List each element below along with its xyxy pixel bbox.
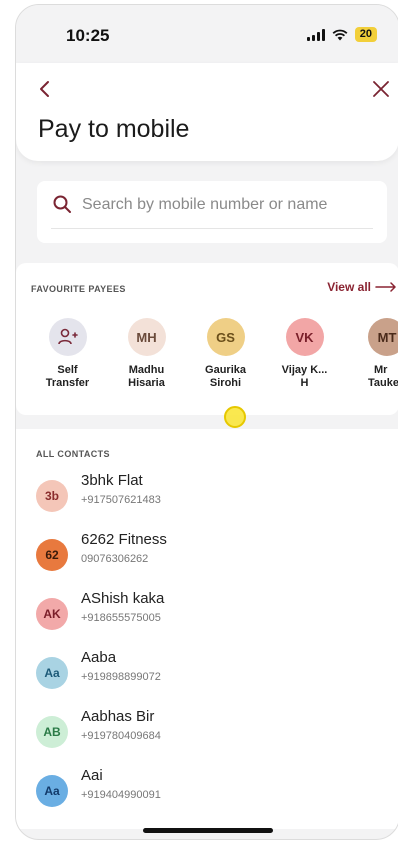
view-all-label: View all — [327, 280, 371, 294]
payees-row: Self Transfer MH Madhu Hisaria GS Gaurika S… — [28, 318, 398, 390]
contact-name: 6262 Fitness — [81, 531, 167, 548]
phone-screen: 10:25 20 Pay to mobile Search by mobile … — [15, 4, 398, 840]
search-icon — [53, 195, 71, 213]
payee-name: Madhu Hisaria — [128, 364, 165, 389]
contact-item[interactable]: Aa Aai +919404990091 — [36, 767, 376, 815]
contact-name: Aai — [81, 767, 103, 784]
contact-phone: +918655575005 — [81, 612, 161, 624]
page-title: Pay to mobile — [38, 115, 190, 143]
contact-item[interactable]: 3b 3bhk Flat +917507621483 — [36, 472, 376, 520]
favourite-payees-label: FAVOURITE PAYEES — [31, 284, 126, 294]
payee-item[interactable]: MT MrTaukee — [344, 318, 398, 390]
contact-avatar: Aa — [36, 657, 68, 689]
contact-avatar: 3b — [36, 480, 68, 512]
touch-indicator — [224, 406, 246, 428]
payee-item[interactable]: MH Madhu Hisaria — [107, 318, 186, 390]
contact-item[interactable]: Aa Aaba +919898899072 — [36, 649, 376, 697]
payee-item[interactable]: GS Gaurika Sirohi — [186, 318, 265, 390]
status-bar: 10:25 20 — [16, 5, 398, 63]
all-contacts-section: ALL CONTACTS 3b 3bhk Flat +917507621483 … — [16, 429, 398, 829]
header-card: Pay to mobile — [16, 63, 398, 161]
status-icons: 20 — [306, 27, 377, 42]
payee-name: Self Transfer — [45, 364, 90, 389]
payee-item[interactable]: Self Transfer — [28, 318, 107, 390]
contact-avatar: Aa — [36, 775, 68, 807]
view-all-link[interactable]: View all — [327, 280, 397, 294]
contact-name: Aabhas Bir — [81, 708, 155, 725]
contact-item[interactable]: AB Aabhas Bir +919780409684 — [36, 708, 376, 756]
arrow-right-icon — [375, 282, 396, 292]
contact-phone: +919898899072 — [81, 671, 161, 683]
contact-phone: +919404990091 — [81, 789, 161, 801]
contact-item[interactable]: 62 6262 Fitness 09076306262 — [36, 531, 376, 579]
battery-icon: 20 — [354, 27, 377, 42]
search-input[interactable] — [80, 191, 374, 219]
payee-name: Gaurika Sirohi — [205, 364, 246, 389]
contact-item[interactable]: AK AShish kaka +918655575005 — [36, 590, 376, 638]
favourite-payees-section: FAVOURITE PAYEES View all SelfTransfer — [16, 263, 398, 415]
back-arrow-icon[interactable] — [36, 79, 54, 99]
contact-name: 3bhk Flat — [81, 472, 143, 489]
search-underline — [51, 228, 373, 229]
home-indicator[interactable] — [143, 828, 273, 833]
all-contacts-label: ALL CONTACTS — [36, 449, 110, 459]
payee-name: MrTaukee — [368, 364, 398, 389]
close-icon[interactable] — [371, 79, 391, 99]
contact-phone: +917507621483 — [81, 494, 161, 506]
contact-avatar: AK — [36, 598, 68, 630]
signal-icon — [306, 28, 325, 41]
payee-name: Vijay K... H — [281, 364, 328, 389]
payee-avatar: MH — [127, 318, 166, 356]
payee-avatar: MT — [368, 318, 398, 356]
contact-name: AShish kaka — [81, 590, 165, 607]
contact-phone: 09076306262 — [81, 553, 149, 565]
contact-phone: +919780409684 — [81, 730, 161, 742]
payee-avatar: GS — [206, 318, 245, 356]
status-time: 10:25 — [66, 26, 110, 45]
contact-avatar: 62 — [36, 539, 68, 571]
contact-avatar: AB — [36, 716, 68, 748]
payee-avatar — [48, 318, 87, 356]
wifi-icon — [332, 29, 348, 40]
search-card — [37, 181, 387, 243]
add-user-icon — [57, 328, 78, 345]
payee-item[interactable]: VK Vijay K... H — [265, 318, 344, 390]
payee-avatar: VK — [285, 318, 324, 356]
contact-name: Aaba — [81, 649, 117, 666]
